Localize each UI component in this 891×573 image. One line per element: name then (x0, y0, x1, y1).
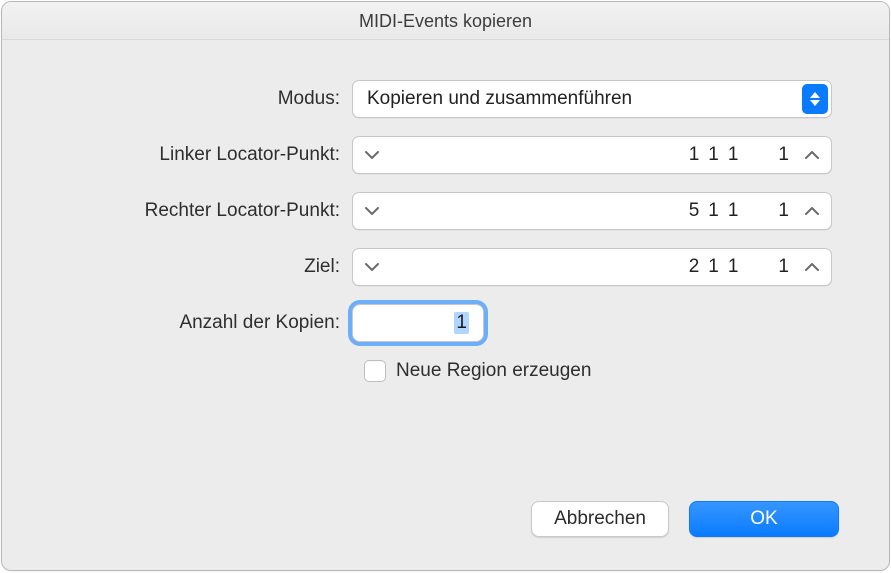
label-modus: Modus: (52, 88, 352, 110)
val3: 1 (728, 144, 739, 166)
chevron-down-icon (365, 263, 379, 271)
row-left-locator: Linker Locator-Punkt: 1 1 1 1 (52, 136, 839, 174)
label-new-region: Neue Region erzeugen (396, 360, 591, 382)
dialog-footer: Abbrechen OK (531, 501, 839, 537)
values: 1 1 1 1 (391, 144, 793, 166)
updown-arrows-icon[interactable] (802, 84, 828, 114)
chevron-down-icon (365, 151, 379, 159)
chevron-up-icon (805, 207, 819, 215)
stepper-ziel[interactable]: 2 1 1 1 (352, 248, 832, 286)
dialog-window: MIDI-Events kopieren Modus: Kopieren und… (1, 1, 890, 571)
chevron-up-icon (805, 263, 819, 271)
select-modus-value: Kopieren und zusammenführen (367, 88, 632, 110)
values: 2 1 1 1 (391, 256, 793, 278)
val1: 2 (689, 256, 700, 278)
stepper-right-locator[interactable]: 5 1 1 1 (352, 192, 832, 230)
val2: 1 (708, 200, 719, 222)
label-left-locator: Linker Locator-Punkt: (52, 144, 352, 166)
form: Modus: Kopieren und zusammenführen Linke… (2, 40, 889, 382)
decrement-button[interactable] (353, 137, 391, 173)
val4: 1 (778, 256, 789, 278)
val3: 1 (728, 200, 739, 222)
ok-button[interactable]: OK (689, 501, 839, 537)
val4: 1 (778, 144, 789, 166)
val2: 1 (708, 144, 719, 166)
label-copies: Anzahl der Kopien: (52, 312, 352, 334)
decrement-button[interactable] (353, 249, 391, 285)
val2: 1 (708, 256, 719, 278)
chevron-down-icon (365, 207, 379, 215)
row-right-locator: Rechter Locator-Punkt: 5 1 1 1 (52, 192, 839, 230)
increment-button[interactable] (793, 249, 831, 285)
label-ziel: Ziel: (52, 256, 352, 278)
row-modus: Modus: Kopieren und zusammenführen (52, 80, 839, 118)
stepper-left-locator[interactable]: 1 1 1 1 (352, 136, 832, 174)
chevron-up-icon (805, 151, 819, 159)
row-new-region: Neue Region erzeugen (364, 360, 839, 382)
select-modus[interactable]: Kopieren und zusammenführen (352, 80, 832, 118)
increment-button[interactable] (793, 193, 831, 229)
checkbox-new-region[interactable] (364, 360, 386, 382)
input-copies[interactable]: 1 (352, 304, 484, 342)
decrement-button[interactable] (353, 193, 391, 229)
val1: 5 (689, 200, 700, 222)
input-copies-value: 1 (454, 312, 469, 334)
row-copies: Anzahl der Kopien: 1 (52, 304, 839, 342)
row-ziel: Ziel: 2 1 1 1 (52, 248, 839, 286)
cancel-button[interactable]: Abbrechen (531, 501, 669, 537)
increment-button[interactable] (793, 137, 831, 173)
dialog-title: MIDI-Events kopieren (2, 2, 889, 40)
val1: 1 (689, 144, 700, 166)
label-right-locator: Rechter Locator-Punkt: (52, 200, 352, 222)
val3: 1 (728, 256, 739, 278)
values: 5 1 1 1 (391, 200, 793, 222)
val4: 1 (778, 200, 789, 222)
